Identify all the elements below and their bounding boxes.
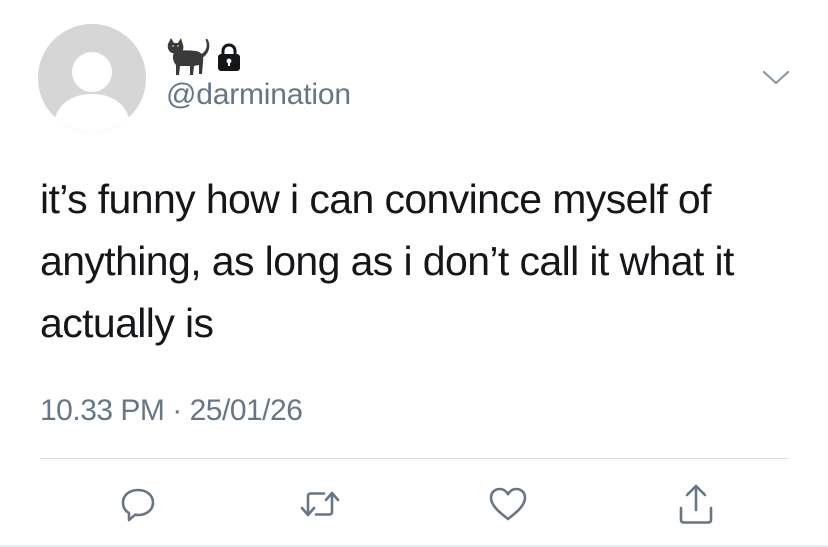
meta-separator: · — [172, 394, 182, 427]
reply-icon — [121, 488, 155, 522]
retweet-icon — [300, 491, 340, 517]
share-button[interactable] — [668, 476, 724, 532]
avatar[interactable] — [38, 24, 146, 132]
heart-icon — [489, 487, 527, 521]
author-handle[interactable]: @darmination — [166, 78, 351, 112]
tweet-time: 10.33 PM — [40, 394, 165, 427]
tweet-date: 25/01/26 — [189, 394, 303, 427]
lock-icon — [218, 43, 240, 71]
chevron-down-icon[interactable] — [761, 66, 791, 88]
share-icon — [679, 484, 713, 524]
like-button[interactable] — [480, 476, 536, 532]
cat-emoji-icon — [167, 38, 210, 75]
action-bar — [0, 476, 828, 532]
tweet-timestamp[interactable]: 10.33 PM · 25/01/26 — [40, 394, 303, 428]
display-name[interactable] — [166, 38, 242, 78]
reply-button[interactable] — [110, 476, 166, 532]
tweet-card: @darmination it’s funny how i can convin… — [0, 0, 828, 547]
retweet-button[interactable] — [292, 476, 348, 532]
default-avatar-icon — [38, 24, 146, 132]
tweet-text: it’s funny how i can convince myself of … — [40, 176, 734, 346]
divider — [40, 458, 788, 459]
